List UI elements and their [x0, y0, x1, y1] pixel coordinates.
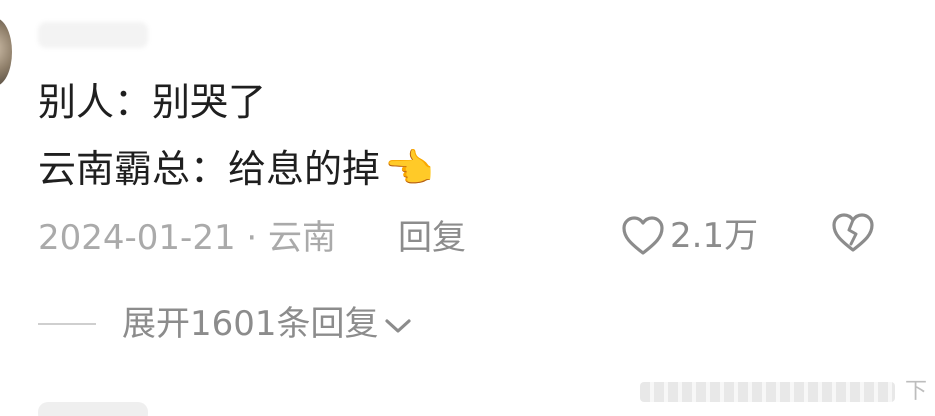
watermark-corner-text: 下 [905, 379, 928, 404]
like-button[interactable]: 2.1万 [620, 212, 758, 260]
comment-screen: 别人：别哭了 云南霸总：给息的掉 👈 2024-01-21 · 云南 回复 2.1… [0, 0, 935, 416]
pointing-hand-emoji: 👈 [384, 146, 434, 192]
comment-line-2-text: 云南霸总：给息的掉 [38, 147, 381, 191]
expand-replies[interactable]: 展开1601条回复 [38, 300, 413, 348]
broken-heart-icon [832, 213, 874, 252]
comment-line-1-text: 别人：别哭了 [38, 80, 267, 124]
chevron-down-icon [384, 319, 411, 333]
heart-icon [622, 216, 664, 255]
expand-divider-line [38, 323, 96, 325]
comment-line-1: 别人：别哭了 [38, 78, 266, 126]
comment-line-2: 云南霸总：给息的掉 👈 [38, 145, 434, 193]
dislike-button[interactable] [830, 212, 876, 258]
like-count: 2.1万 [670, 216, 759, 256]
next-comment-preview[interactable] [38, 402, 148, 416]
avatar[interactable] [0, 18, 12, 86]
expand-replies-label: 展开1601条回复 [122, 304, 379, 344]
comment-meta: 2024-01-21 · 云南 [38, 218, 337, 258]
watermark [640, 382, 895, 402]
reply-button[interactable]: 回复 [398, 214, 466, 262]
username-blurred[interactable] [38, 22, 148, 48]
